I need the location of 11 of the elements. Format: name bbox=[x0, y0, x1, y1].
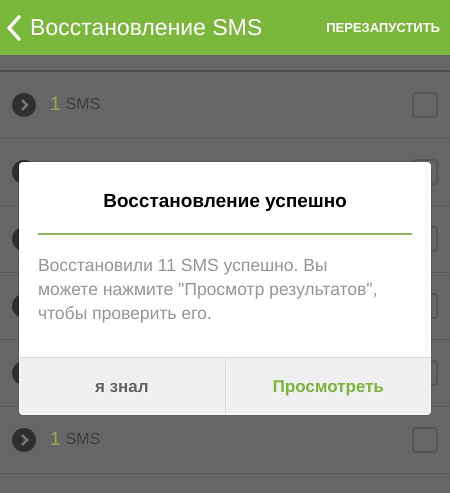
expand-icon[interactable] bbox=[12, 428, 36, 452]
sms-count: 1 bbox=[50, 92, 61, 117]
back-icon[interactable] bbox=[6, 14, 22, 40]
dialog-button[interactable]: я знал bbox=[19, 358, 224, 415]
dialog-message: Восстановили 11 SMS успешно. Вы можете нажмите "Просмотр результатов", чтобы проверить его. bbox=[38, 254, 378, 324]
expand-icon[interactable] bbox=[12, 93, 36, 117]
sms-count: 1 bbox=[50, 428, 61, 452]
dialog-title: Восстановление успешно bbox=[103, 190, 347, 214]
dialog-button[interactable]: Просмотреть bbox=[224, 358, 431, 415]
restart-button[interactable]: ПЕРЕЗАПУСТИТЬ bbox=[326, 18, 440, 38]
screen-title: Восстановление SMS bbox=[30, 13, 262, 42]
